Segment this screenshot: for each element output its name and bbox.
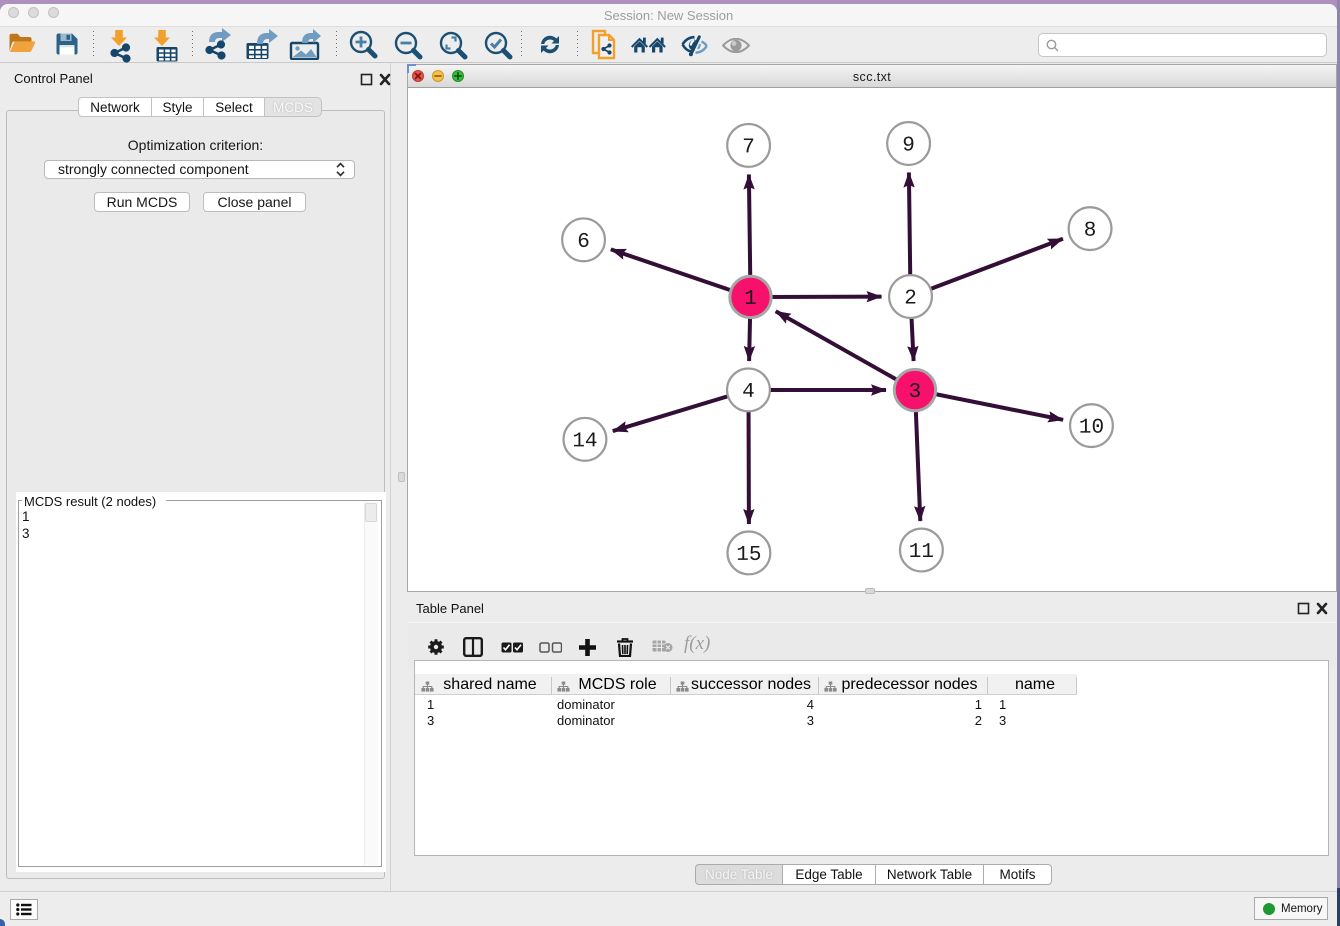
svg-text:6: 6 [577, 231, 590, 254]
svg-text:9: 9 [902, 135, 915, 158]
svg-text:2: 2 [904, 288, 917, 311]
svg-text:11: 11 [909, 541, 934, 564]
svg-text:8: 8 [1084, 220, 1097, 243]
svg-text:15: 15 [736, 544, 761, 567]
svg-text:14: 14 [572, 430, 597, 453]
svg-text:10: 10 [1079, 417, 1104, 440]
svg-text:3: 3 [909, 381, 922, 404]
svg-text:4: 4 [742, 381, 755, 404]
svg-text:1: 1 [744, 288, 757, 311]
svg-text:7: 7 [742, 136, 755, 159]
